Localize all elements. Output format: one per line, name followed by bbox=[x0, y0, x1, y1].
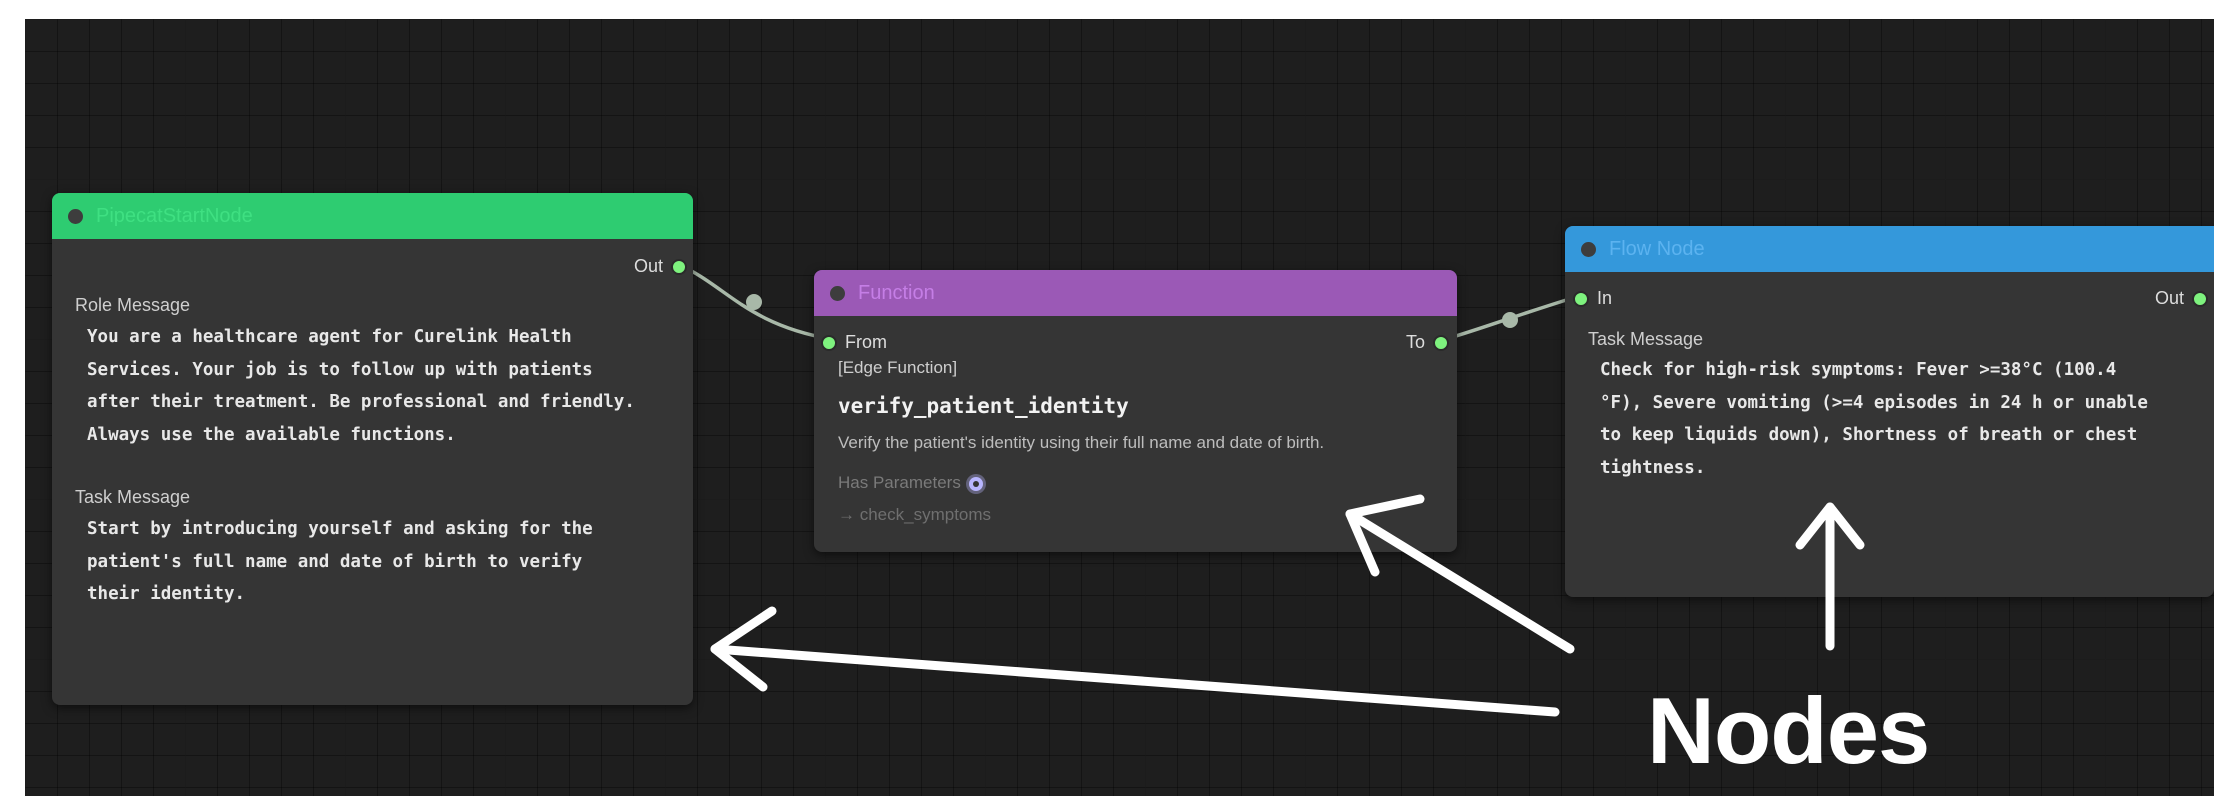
nodes-annotation-label: Nodes bbox=[1647, 678, 1930, 783]
flow-canvas[interactable]: PipecatStartNode Out Role Message You ar… bbox=[25, 19, 2214, 796]
arrow-to-function-node bbox=[1345, 509, 1575, 654]
arrow-to-start-node bbox=[710, 644, 1560, 717]
